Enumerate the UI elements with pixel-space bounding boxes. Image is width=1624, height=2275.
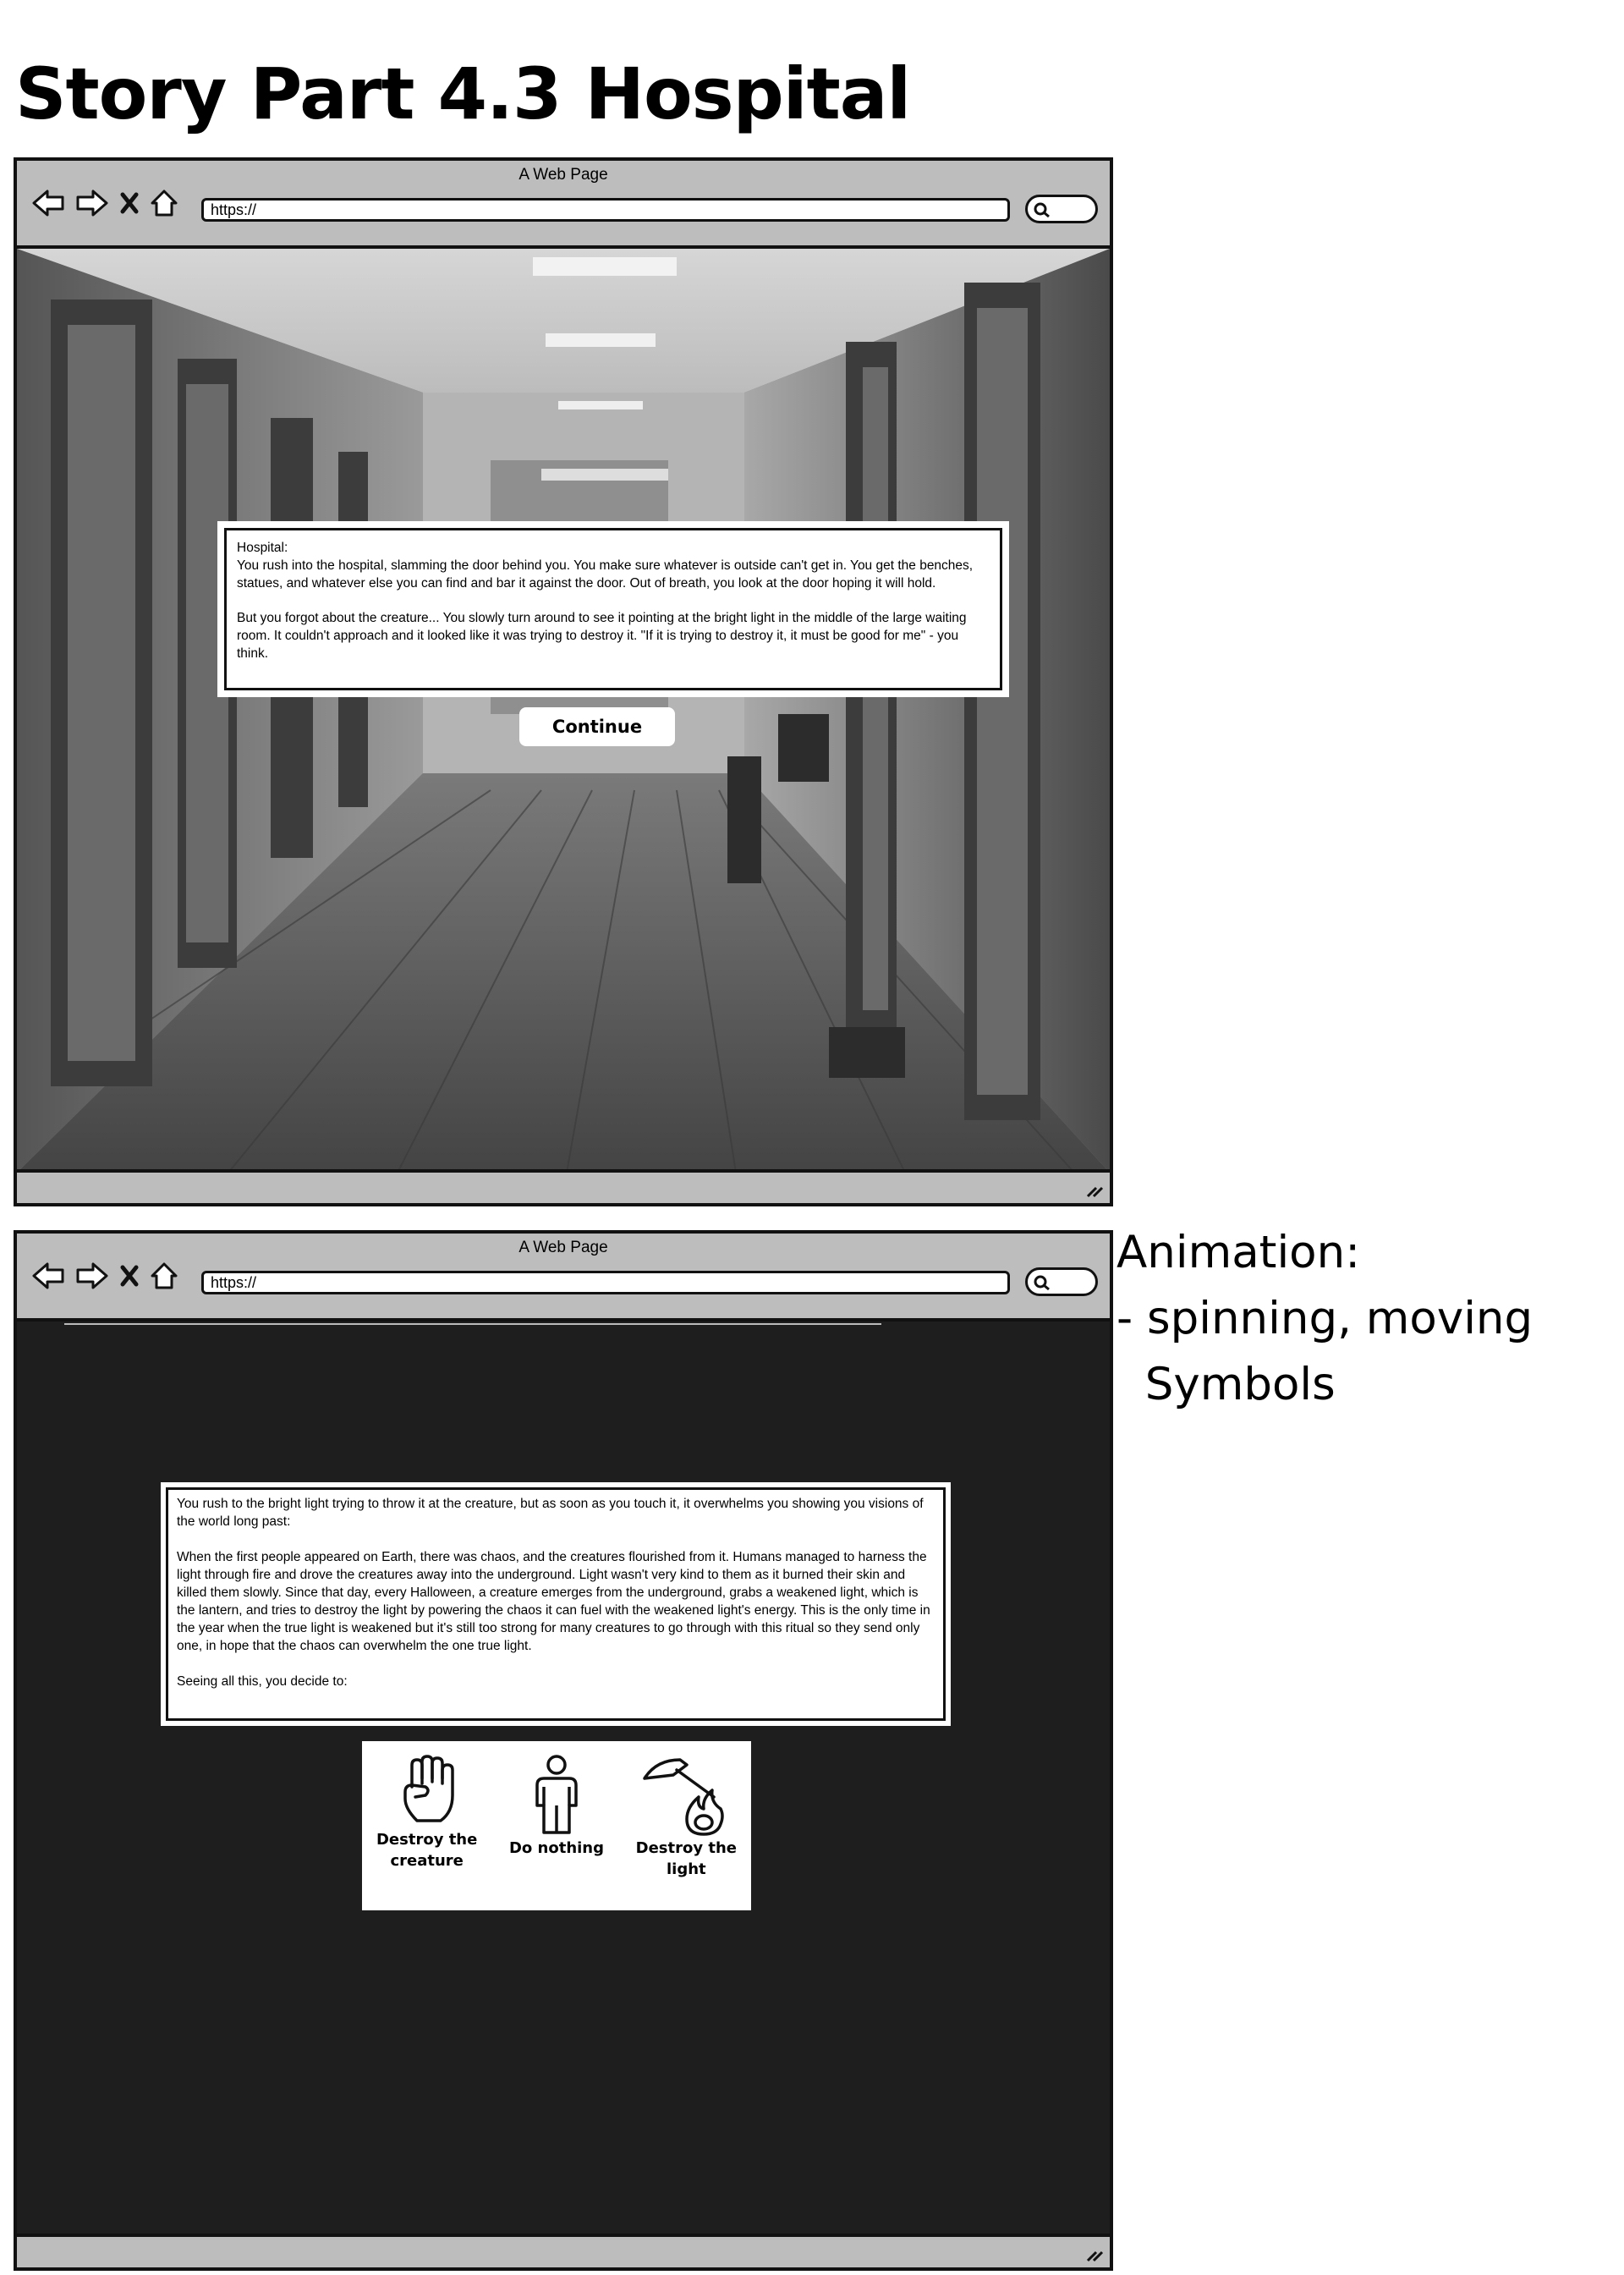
choice-label: Destroy the creature — [376, 1831, 478, 1870]
url-input[interactable]: https:// — [201, 1271, 1010, 1294]
window-title: A Web Page — [518, 1239, 608, 1256]
search-button[interactable] — [1025, 195, 1098, 223]
note-line: Animation: — [1116, 1227, 1361, 1278]
browser-toolbar: A Web Page https:// — [17, 1234, 1110, 1322]
story-paragraph: But you forgot about the creature... You… — [237, 611, 967, 661]
choice-label: Destroy the light — [635, 1839, 737, 1878]
browser-toolbar: A Web Page https:// — [17, 161, 1110, 249]
divider — [64, 1323, 881, 1325]
search-icon — [1034, 202, 1050, 218]
page-viewport: Hospital: You rush into the hospital, sl… — [17, 249, 1110, 1169]
raised-fist-icon — [403, 1755, 454, 1822]
choice-do-nothing[interactable]: Do nothing — [497, 1753, 616, 1859]
story-paragraph: You rush into the hospital, slamming the… — [237, 558, 974, 591]
page-title: Story Part 4.3 Hospital — [15, 52, 911, 135]
home-icon[interactable] — [149, 1261, 179, 1291]
vision-paragraph: Seeing all this, you decide to: — [177, 1674, 348, 1689]
hammer-fire-icon — [643, 1758, 725, 1836]
resize-grip-icon[interactable] — [1084, 1179, 1105, 1200]
back-arrow-icon[interactable] — [30, 188, 66, 218]
story-text-box: Hospital: You rush into the hospital, sl… — [224, 528, 1002, 690]
status-bar — [17, 1169, 1110, 1203]
standing-person-icon — [535, 1755, 578, 1834]
vision-paragraph: When the first people appeared on Earth,… — [177, 1550, 930, 1653]
page-viewport: You rush to the bright light trying to t… — [17, 1322, 1110, 2234]
window-title: A Web Page — [518, 166, 608, 184]
animation-note: Animation: - spinning, moving Symbols — [1116, 1220, 1624, 1418]
stop-icon[interactable] — [118, 1263, 140, 1289]
choice-panel: Destroy the creature Do nothing Destroy … — [362, 1741, 751, 1910]
note-line: - spinning, moving — [1116, 1293, 1533, 1344]
browser-window-vision: A Web Page https:// You rush to the brig… — [14, 1230, 1113, 2271]
stop-icon[interactable] — [118, 190, 140, 216]
status-bar — [17, 2234, 1110, 2267]
search-icon — [1034, 1275, 1050, 1291]
url-input[interactable]: https:// — [201, 198, 1010, 222]
browser-window-hospital: A Web Page https:// Hospital: You rush i… — [14, 157, 1113, 1206]
choice-destroy-light[interactable]: Destroy the light — [627, 1753, 745, 1880]
forward-arrow-icon[interactable] — [74, 1261, 110, 1291]
choice-destroy-creature[interactable]: Destroy the creature — [368, 1753, 486, 1871]
choice-label: Do nothing — [508, 1839, 604, 1857]
resize-grip-icon[interactable] — [1084, 2244, 1105, 2264]
home-icon[interactable] — [149, 188, 179, 218]
dark-background: You rush to the bright light trying to t… — [17, 1322, 1110, 2234]
back-arrow-icon[interactable] — [30, 1261, 66, 1291]
forward-arrow-icon[interactable] — [74, 188, 110, 218]
continue-button[interactable]: Continue — [519, 707, 675, 746]
search-button[interactable] — [1025, 1267, 1098, 1296]
vision-text-box: You rush to the bright light trying to t… — [166, 1487, 946, 1721]
note-line: Symbols — [1116, 1359, 1336, 1410]
vision-paragraph: You rush to the bright light trying to t… — [177, 1497, 924, 1529]
story-heading: Hospital: — [237, 541, 288, 555]
